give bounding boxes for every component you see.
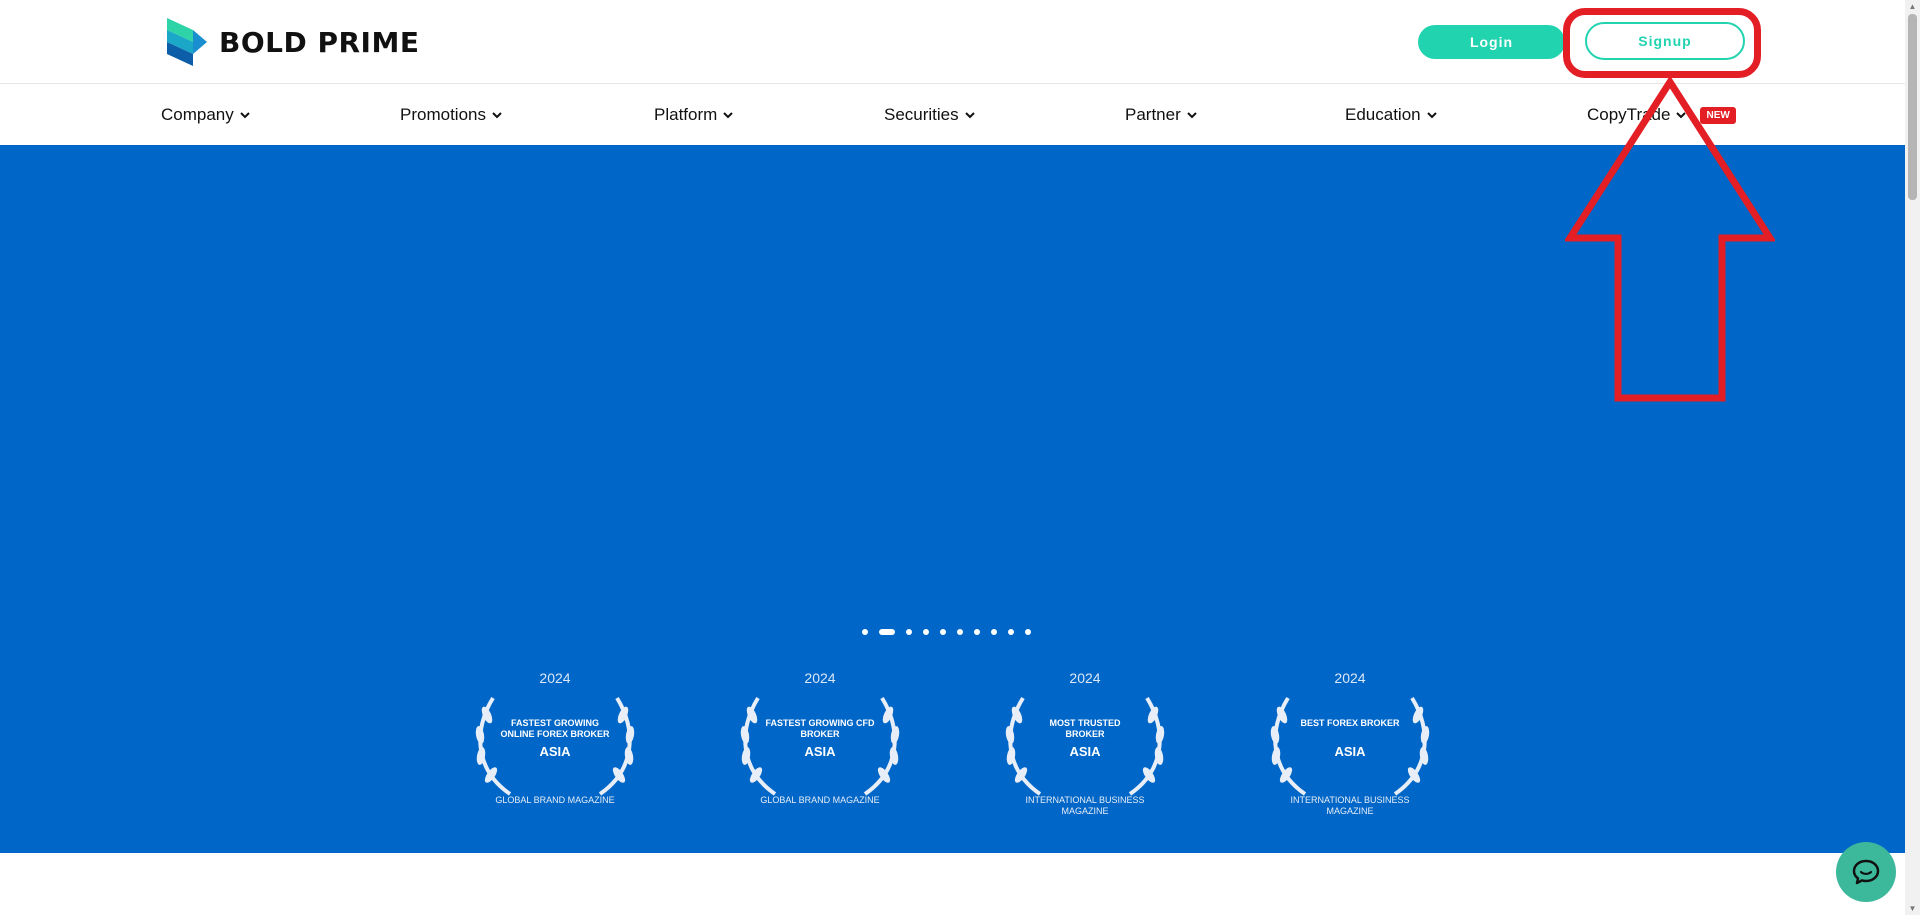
award-source: INTERNATIONAL BUSINESS MAGAZINE (1290, 795, 1410, 816)
annotation-highlight-box (1563, 8, 1761, 78)
nav-item-promotions[interactable]: Promotions (400, 102, 502, 128)
award-year: 2024 (1069, 670, 1101, 686)
chevron-down-icon (964, 112, 975, 119)
carousel-dot[interactable] (1008, 629, 1014, 635)
award-region: ASIA (1069, 744, 1101, 759)
nav-item-label: Platform (654, 105, 718, 124)
logo-mark-icon (167, 18, 207, 66)
award-badge: 2024 BEST FOREX BROKER ASIA INTERNATIONA… (1250, 670, 1450, 820)
carousel-dot[interactable] (923, 629, 929, 635)
award-region: ASIA (539, 744, 571, 759)
award-source: INTERNATIONAL BUSINESS MAGAZINE (1025, 795, 1145, 816)
nav-item-education[interactable]: Education (1345, 102, 1437, 128)
carousel-dot[interactable] (940, 629, 946, 635)
carousel-dot[interactable] (862, 629, 868, 635)
carousel-dot[interactable] (906, 629, 912, 635)
award-region: ASIA (1334, 744, 1366, 759)
award-badge: 2024 FASTEST GROWING ONLINE FOREX BROKER… (455, 670, 655, 820)
carousel-dots (862, 627, 1031, 637)
nav-item-platform[interactable]: Platform (654, 102, 734, 128)
chevron-down-icon (492, 112, 502, 119)
nav-item-label: Securities (884, 105, 959, 124)
award-badge: 2024 FASTEST GROWING CFD BROKER ASIA GLO… (720, 670, 920, 820)
chevron-down-icon (1187, 112, 1197, 119)
award-year: 2024 (539, 670, 571, 686)
award-title: MOST TRUSTED BROKER (1049, 718, 1121, 739)
nav-item-label: Education (1345, 105, 1421, 124)
brand-logo[interactable]: BOLD PRIME (163, 16, 419, 68)
page-scrollbar[interactable]: ▲ ▼ (1905, 0, 1920, 915)
annotation-up-arrow-icon (1565, 78, 1775, 402)
nav-item-label: Company (161, 105, 234, 124)
award-region: ASIA (804, 744, 836, 759)
award-year: 2024 (1334, 670, 1366, 686)
carousel-dot[interactable] (991, 629, 997, 635)
nav-item-securities[interactable]: Securities (884, 102, 975, 128)
nav-item-label: Promotions (400, 105, 486, 124)
chat-bubble-icon (1852, 859, 1880, 885)
chevron-down-icon (240, 112, 250, 119)
carousel-dot[interactable] (957, 629, 963, 635)
page: BOLD PRIME Login Signup Company Promotio… (0, 0, 1920, 915)
award-source: GLOBAL BRAND MAGAZINE (495, 795, 615, 805)
award-badge: 2024 MOST TRUSTED BROKER ASIA INTERNATIO… (985, 670, 1185, 820)
award-title: BEST FOREX BROKER (1300, 718, 1400, 728)
nav-item-label: Partner (1125, 105, 1181, 124)
chevron-down-icon (1426, 112, 1437, 119)
carousel-dot[interactable] (974, 629, 980, 635)
chat-launcher-button[interactable] (1836, 842, 1896, 902)
login-button[interactable]: Login (1418, 25, 1565, 59)
carousel-dot-active[interactable] (879, 629, 895, 635)
nav-item-company[interactable]: Company (161, 102, 250, 128)
scroll-down-arrow-icon[interactable]: ▼ (1908, 904, 1917, 913)
carousel-dot[interactable] (1025, 629, 1031, 635)
brand-name: BOLD PRIME (219, 25, 420, 59)
scroll-up-arrow-icon[interactable]: ▲ (1908, 2, 1917, 11)
award-title: FASTEST GROWING ONLINE FOREX BROKER (500, 718, 610, 739)
award-title: FASTEST GROWING CFD BROKER (765, 718, 875, 739)
award-year: 2024 (804, 670, 836, 686)
nav-item-partner[interactable]: Partner (1125, 102, 1197, 128)
scrollbar-thumb[interactable] (1908, 14, 1917, 200)
awards-row: 2024 FASTEST GROWING ONLINE FOREX BROKER… (0, 670, 1905, 820)
chevron-down-icon (723, 112, 734, 119)
award-source: GLOBAL BRAND MAGAZINE (760, 795, 880, 805)
